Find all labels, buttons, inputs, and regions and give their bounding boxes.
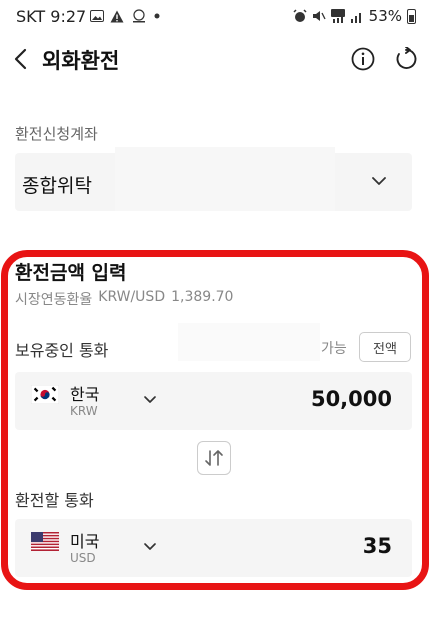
korea-flag-icon (31, 385, 59, 404)
account-name: 종합위탁 (22, 175, 92, 197)
usa-flag-icon (31, 532, 59, 551)
rate-label: 시장연동환율 (15, 292, 93, 308)
alarm-icon (293, 9, 307, 22)
to-currency-row[interactable]: 미국 USD 35 (15, 519, 412, 577)
from-currency-name: 한국 (70, 385, 100, 404)
status-system-icons: 53% (293, 7, 416, 25)
to-currency-code: USD (70, 551, 96, 565)
page-title: 외화환전 (42, 49, 120, 73)
from-currency-row[interactable]: 한국 KRW 50,000 (15, 372, 412, 430)
account-masked-area (115, 147, 335, 211)
account-label: 환전신청계좌 (15, 125, 98, 143)
chevron-down-icon[interactable] (142, 392, 158, 408)
from-amount-input[interactable]: 50,000 (311, 387, 392, 411)
target-currency-label: 환전할 통화 (15, 491, 94, 510)
signal-icon (350, 13, 361, 23)
held-currency-label: 보유중인 통화 (15, 341, 109, 360)
app-header: 외화환전 (0, 34, 430, 84)
dot-icon (154, 13, 160, 19)
battery-icon (407, 8, 416, 24)
to-amount-value: 35 (362, 534, 392, 558)
battery-percent: 53% (368, 7, 402, 25)
5g-signal-icon (330, 9, 345, 23)
status-time: SKT 9:27 (16, 7, 87, 26)
status-bar: SKT 9:27 53% (0, 0, 430, 34)
sol-bank-icon (133, 9, 145, 23)
chevron-down-icon[interactable] (142, 539, 158, 555)
info-icon[interactable] (351, 47, 375, 71)
chevron-down-icon[interactable] (370, 172, 388, 190)
status-notification-icons (90, 8, 160, 24)
swap-currency-button[interactable] (197, 441, 231, 475)
full-amount-button[interactable]: 전액 (359, 332, 411, 362)
available-amount-masked (178, 323, 320, 361)
gallery-icon (90, 10, 104, 22)
from-currency-code: KRW (70, 404, 98, 418)
rate-value: 1,389.70 (171, 289, 234, 305)
back-arrow-icon[interactable] (10, 42, 34, 76)
refresh-icon[interactable] (394, 47, 418, 71)
exchange-rate-line: 시장연동환율 KRW/USD 1,389.70 (15, 289, 233, 309)
swap-arrows-icon (205, 450, 223, 466)
exchange-section-title: 환전금액 입력 (15, 262, 127, 284)
available-label: 가능 (321, 341, 347, 357)
mute-icon (312, 11, 326, 21)
rate-pair: KRW/USD (98, 289, 166, 305)
warning-icon (110, 10, 124, 22)
to-currency-name: 미국 (70, 532, 100, 551)
